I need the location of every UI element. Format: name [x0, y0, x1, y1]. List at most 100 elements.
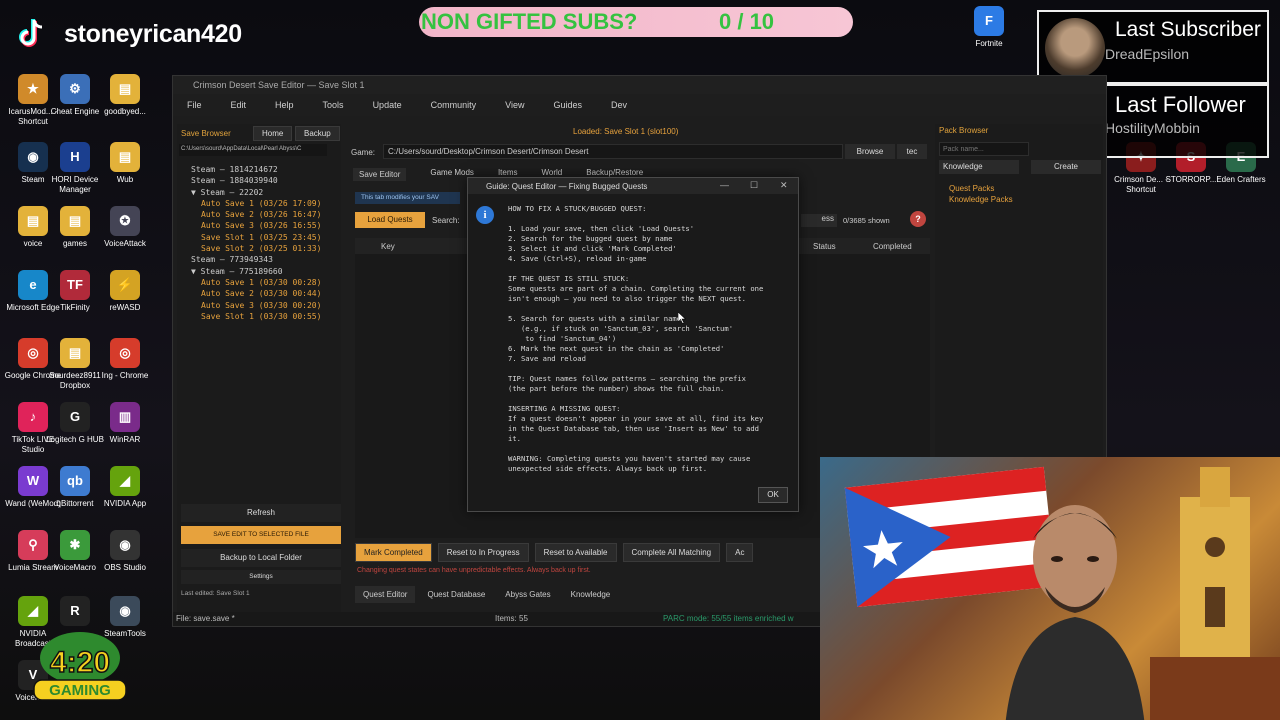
backup-button[interactable]: Backup: [295, 126, 340, 141]
subs-goal-count: 0 / 10: [719, 9, 775, 34]
column-completed[interactable]: Completed: [873, 242, 912, 251]
menu-item[interactable]: File: [187, 100, 202, 110]
tree-item[interactable]: Save Slot 1 (03/30 00:55): [183, 311, 321, 322]
app-icon: ✪: [110, 206, 140, 236]
ok-button[interactable]: OK: [758, 487, 788, 503]
streamer-person-icon: [1005, 505, 1145, 720]
quest-action-button[interactable]: Reset to Available: [534, 543, 617, 562]
tree-item[interactable]: Auto Save 3 (03/30 00:20): [183, 300, 321, 311]
app-icon: G: [60, 402, 90, 432]
menu-item[interactable]: View: [505, 100, 524, 110]
bottom-tab[interactable]: Abyss Gates: [497, 586, 559, 603]
main-tab[interactable]: Save Editor: [353, 168, 407, 181]
tree-item[interactable]: Auto Save 1 (03/26 17:09): [183, 198, 321, 209]
load-quests-button[interactable]: Load Quests: [355, 212, 425, 228]
close-icon[interactable]: ✕: [780, 180, 788, 191]
bottom-tab[interactable]: Quest Editor: [355, 586, 416, 603]
create-button[interactable]: Create: [1031, 160, 1101, 174]
last-subscriber-title: Last Subscriber: [1115, 18, 1261, 41]
tree-item[interactable]: Steam — 1814214672: [183, 164, 321, 175]
tree-item[interactable]: ▼ Steam — 22202: [183, 187, 321, 198]
maximize-icon[interactable]: ☐: [750, 180, 758, 191]
app-icon: ◉: [110, 530, 140, 560]
warning-text: Changing quest states can have unpredict…: [357, 567, 591, 574]
menu-item[interactable]: Community: [431, 100, 477, 110]
menu-item[interactable]: Edit: [231, 100, 247, 110]
info-icon: i: [476, 206, 494, 224]
desktop-icon[interactable]: ▥ WinRAR: [96, 402, 154, 445]
desktop-icon[interactable]: ▤ goodbyed...: [96, 74, 154, 117]
svg-text:GAMING: GAMING: [49, 682, 111, 699]
menu-item[interactable]: Update: [373, 100, 402, 110]
backup-local-button[interactable]: Backup to Local Folder: [181, 549, 341, 567]
desktop-icon[interactable]: ✪ VoiceAttack: [96, 206, 154, 249]
tree-item[interactable]: Steam — 1884039940: [183, 175, 321, 186]
home-button[interactable]: Home: [253, 126, 293, 141]
menu-item[interactable]: Guides: [553, 100, 582, 110]
quest-action-button[interactable]: Reset to In Progress: [437, 543, 529, 562]
desktop-icon-label: Eden Crafters: [1216, 175, 1266, 184]
tree-item[interactable]: ▼ Steam — 775189660: [183, 266, 321, 277]
app-icon: ♪: [18, 402, 48, 432]
bottom-tab[interactable]: Quest Database: [419, 586, 494, 603]
app-icon: W: [18, 466, 48, 496]
streamer-name: stoneyrican420: [64, 20, 242, 48]
status-items: Items: 55: [495, 614, 528, 623]
last-follower-title: Last Follower: [1115, 92, 1246, 117]
window-title: Crimson Desert Save Editor — Save Slot 1: [173, 76, 1106, 94]
desktop-icon[interactable]: ◉ OBS Studio: [96, 530, 154, 573]
game-label: Game:: [351, 148, 376, 157]
desktop-icon[interactable]: ⚡ reWASD: [96, 270, 154, 313]
quest-action-button[interactable]: Ac: [726, 543, 754, 562]
app-icon: H: [60, 142, 90, 172]
refresh-button[interactable]: Refresh: [181, 504, 341, 522]
knowledge-packs-item[interactable]: Knowledge Packs: [949, 195, 1013, 204]
bottom-tab[interactable]: Knowledge: [562, 586, 619, 603]
tree-item[interactable]: Auto Save 2 (03/30 00:44): [183, 288, 321, 299]
desktop-icon[interactable]: F Fortnite: [960, 6, 1018, 49]
browse-button[interactable]: Browse: [845, 144, 895, 159]
desktop-icon-label: WinRAR: [109, 435, 141, 444]
app-icon: ✱: [60, 530, 90, 560]
subs-goal-bar: NON GIFTED SUBS? 0 / 10: [419, 7, 853, 37]
menu-item[interactable]: Dev: [611, 100, 627, 110]
desktop-icon-label: reWASD: [109, 303, 141, 312]
tab-warning-banner: This tab modifies your SAV: [355, 192, 460, 204]
save-browser-pane: Save Browser Home Backup C:\Users\sourd\…: [177, 124, 341, 616]
settings-button[interactable]: Settings: [181, 570, 341, 584]
column-status[interactable]: Status: [813, 242, 836, 251]
guide-dialog: Guide: Quest Editor — Fixing Bugged Ques…: [467, 177, 799, 512]
svg-text:4:20: 4:20: [50, 646, 110, 679]
column-key[interactable]: Key: [381, 242, 395, 251]
quest-action-button[interactable]: Mark Completed: [355, 543, 432, 562]
dialog-title: Guide: Quest Editor — Fixing Bugged Ques…: [486, 182, 648, 191]
desktop-icon[interactable]: ◎ Ing - Chrome: [96, 338, 154, 381]
desktop-icon[interactable]: ▤ Wub: [96, 142, 154, 185]
menu-item[interactable]: Tools: [323, 100, 344, 110]
tree-item[interactable]: Steam — 773949343: [183, 254, 321, 265]
help-icon[interactable]: ?: [910, 211, 926, 227]
tree-item[interactable]: Auto Save 3 (03/26 16:55): [183, 220, 321, 231]
app-icon: ◎: [18, 338, 48, 368]
quest-action-button[interactable]: Complete All Matching: [622, 543, 721, 562]
tree-item[interactable]: Auto Save 2 (03/26 16:47): [183, 209, 321, 220]
tree-item[interactable]: Save Slot 1 (03/25 23:45): [183, 232, 321, 243]
minimize-icon[interactable]: —: [720, 180, 729, 190]
loaded-label: Loaded: Save Slot 1 (slot100): [573, 127, 679, 136]
tree-item[interactable]: Auto Save 1 (03/30 00:28): [183, 277, 321, 288]
quest-packs-item[interactable]: Quest Packs: [949, 184, 994, 193]
progress-filter[interactable]: ess: [801, 214, 837, 227]
app-icon: ◎: [110, 338, 140, 368]
avatar: [1045, 18, 1105, 78]
detect-button[interactable]: tec: [897, 144, 927, 159]
search-label: Search:: [432, 216, 460, 225]
pack-name-input[interactable]: [939, 142, 1029, 156]
game-path-field[interactable]: C:/Users/sourd/Desktop/Crimson Desert/Cr…: [383, 144, 843, 159]
desktop-icon[interactable]: ◢ NVIDIA App: [96, 466, 154, 509]
save-edit-button[interactable]: SAVE EDIT TO SELECTED FILE: [181, 526, 341, 544]
menu-item[interactable]: Help: [275, 100, 294, 110]
420-gaming-logo-icon: 4:20 GAMING: [33, 632, 127, 701]
church-illustration-icon: [1150, 467, 1280, 720]
knowledge-select[interactable]: Knowledge: [939, 160, 1019, 174]
tree-item[interactable]: Save Slot 2 (03/25 01:33): [183, 243, 321, 254]
